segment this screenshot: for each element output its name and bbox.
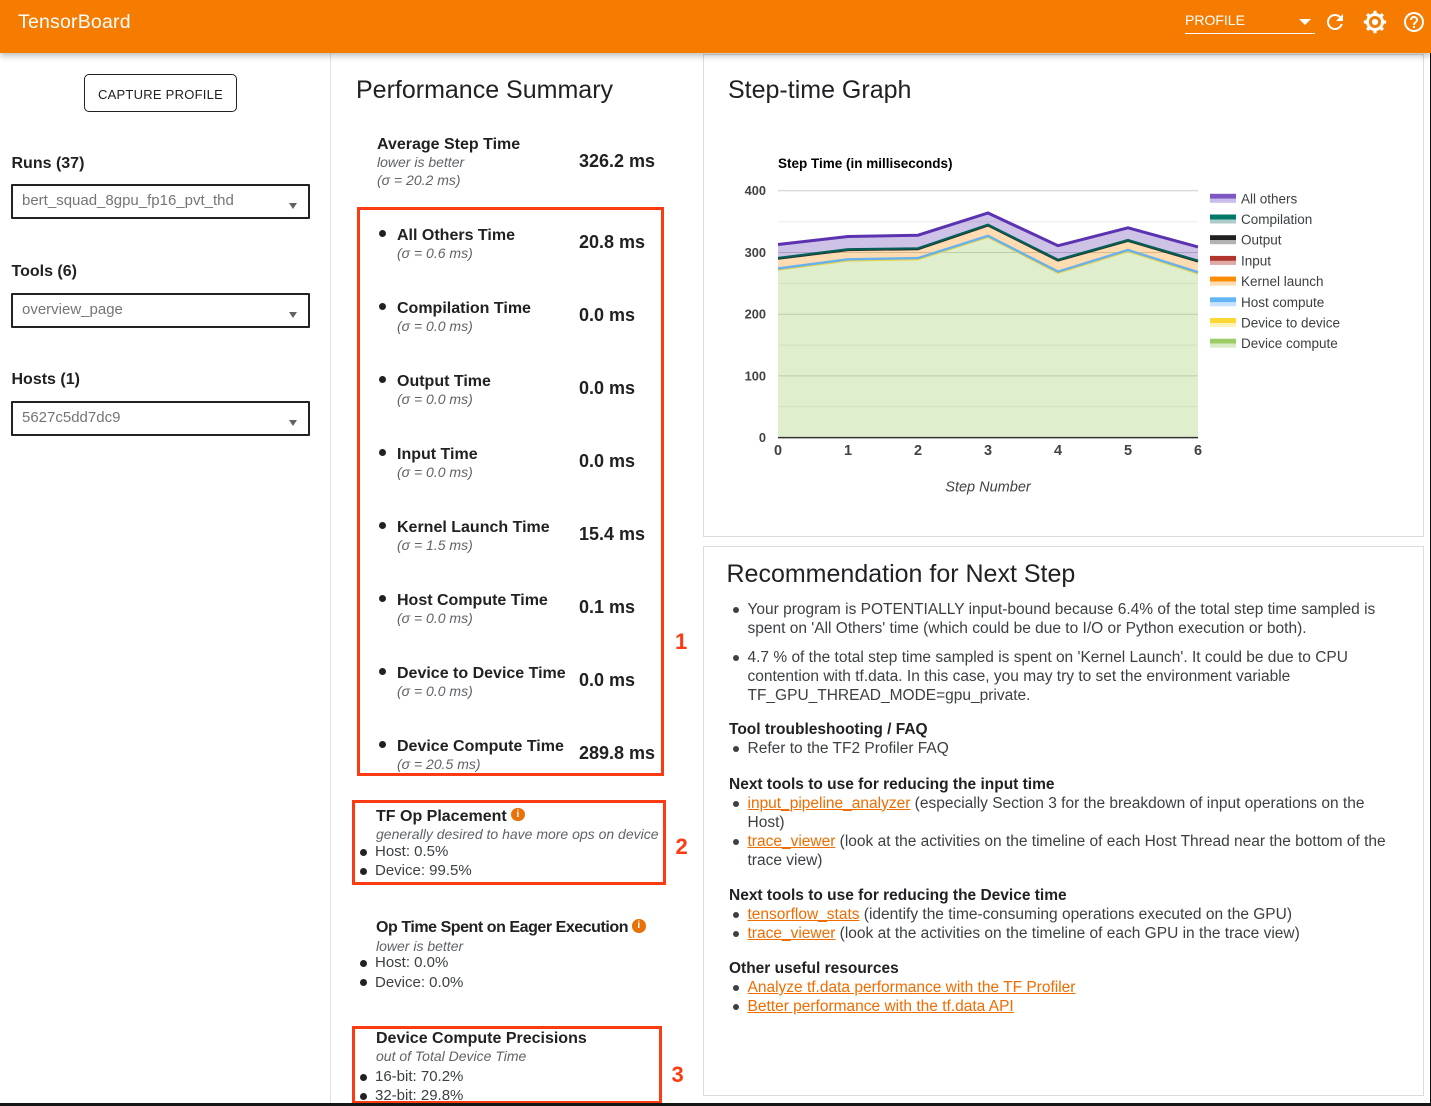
svg-text:Input: Input <box>1241 253 1271 268</box>
svg-text:0: 0 <box>774 443 782 459</box>
svg-text:1: 1 <box>844 443 852 459</box>
svg-text:Step Number: Step Number <box>945 480 1032 496</box>
svg-text:Kernel launch: Kernel launch <box>1241 274 1324 289</box>
svg-text:6: 6 <box>1194 443 1202 459</box>
svg-text:4: 4 <box>1054 443 1062 459</box>
svg-text:300: 300 <box>745 245 766 260</box>
svg-text:400: 400 <box>745 183 766 198</box>
svg-text:Device to device: Device to device <box>1241 316 1340 331</box>
svg-text:Host compute: Host compute <box>1241 295 1324 310</box>
svg-text:200: 200 <box>745 307 766 322</box>
svg-text:Step Time (in milliseconds): Step Time (in milliseconds) <box>778 156 953 171</box>
svg-text:100: 100 <box>745 368 766 383</box>
svg-text:Compilation: Compilation <box>1241 212 1312 227</box>
svg-text:Output: Output <box>1241 233 1282 248</box>
svg-text:2: 2 <box>914 443 922 459</box>
svg-text:All others: All others <box>1241 191 1298 206</box>
svg-text:0: 0 <box>759 430 766 445</box>
svg-text:3: 3 <box>984 443 992 459</box>
svg-text:Device compute: Device compute <box>1241 336 1338 351</box>
svg-text:5: 5 <box>1124 443 1132 459</box>
